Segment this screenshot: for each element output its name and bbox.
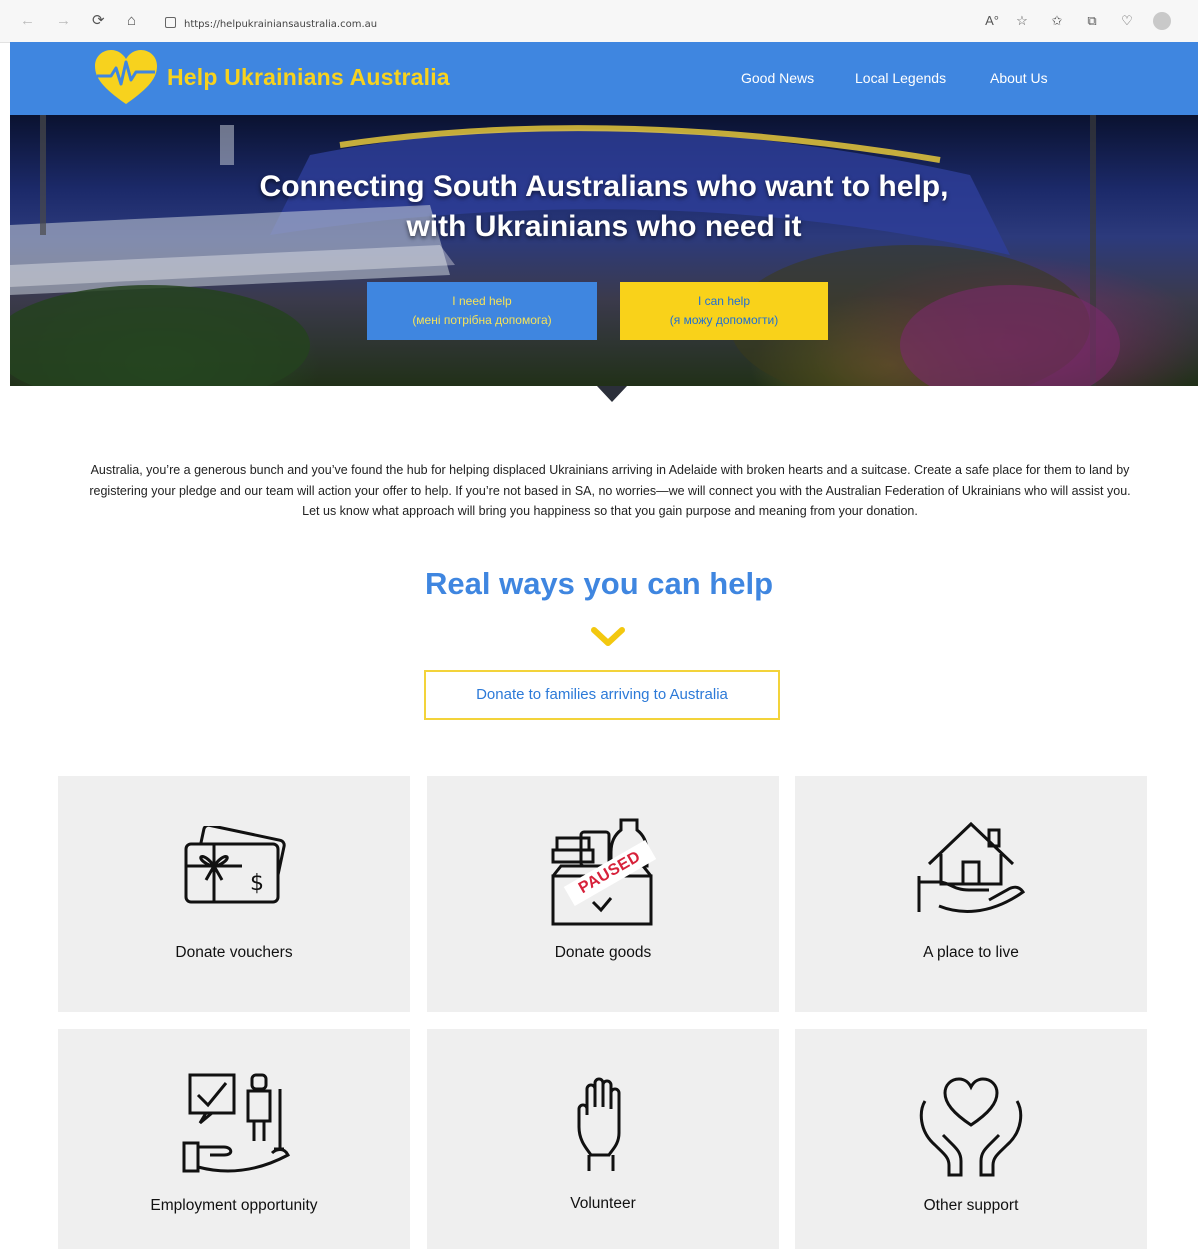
extensions-icon[interactable]: ♡ <box>1120 14 1134 28</box>
card-label-donate-goods: Donate goods <box>554 944 652 961</box>
card-donate-goods[interactable]: Donate goods <box>427 776 779 1012</box>
read-aloud-icon[interactable]: A° <box>985 14 999 28</box>
i-can-help-label: I can help <box>697 294 751 308</box>
collections-icon[interactable]: ⧉ <box>1085 14 1099 28</box>
section-title: Real ways you can help <box>424 566 774 601</box>
card-other-support[interactable]: Other support <box>795 1029 1147 1249</box>
favorite-star-icon[interactable]: ☆ <box>1015 14 1029 28</box>
card-label-employment-opportunity: Employment opportunity <box>150 1197 318 1214</box>
gift-voucher-icon: $ <box>184 826 286 904</box>
card-volunteer[interactable]: Volunteer <box>427 1029 779 1249</box>
donate-families-button[interactable]: Donate to families arriving to Australia <box>424 670 780 720</box>
heart-in-hands-icon <box>919 1077 1023 1177</box>
card-donate-vouchers[interactable]: $ Donate vouchers <box>58 776 410 1012</box>
forward-arrow-icon[interactable]: → <box>56 13 71 29</box>
card-label-other-support: Other support <box>923 1197 1019 1214</box>
card-label-donate-vouchers: Donate vouchers <box>175 944 293 961</box>
card-label-a-place-to-live: A place to live <box>923 944 1019 961</box>
address-bar[interactable]: https://helpukrainiansaustralia.com.au <box>165 17 377 30</box>
raised-hand-icon <box>577 1077 621 1171</box>
brand-name[interactable]: Help Ukrainians Australia <box>167 64 450 91</box>
nav-good-news[interactable]: Good News <box>741 70 814 86</box>
i-need-help-button[interactable]: I need help (мені потрібна допомога) <box>367 282 597 340</box>
heart-pulse-logo-icon[interactable] <box>93 48 159 108</box>
refresh-icon[interactable]: ⟳ <box>92 13 105 29</box>
browser-toolbar: ← → ⟳ ⌂ https://helpukrainiansaustralia.… <box>0 0 1198 43</box>
hero-down-arrow-icon <box>597 386 627 402</box>
card-label-volunteer: Volunteer <box>570 1195 636 1212</box>
profile-avatar[interactable] <box>1153 12 1171 30</box>
i-can-help-button[interactable]: I can help (я можу допомогти) <box>620 282 828 340</box>
nav-local-legends[interactable]: Local Legends <box>855 70 946 86</box>
hero-title-line-1: Connecting South Australians who want to… <box>259 170 949 203</box>
hero-banner: Connecting South Australians who want to… <box>10 115 1198 386</box>
lock-icon <box>165 17 176 28</box>
card-employment-opportunity[interactable]: Employment opportunity <box>58 1029 410 1249</box>
site-header: Help Ukrainians Australia Good News Loca… <box>10 42 1198 115</box>
home-icon[interactable]: ⌂ <box>127 13 136 29</box>
favorites-icon[interactable]: ✩ <box>1050 14 1064 28</box>
svg-text:$: $ <box>250 871 264 896</box>
hero-title-line-2: with Ukrainians who need it <box>406 210 802 243</box>
intro-paragraph: Australia, you’re a generous bunch and y… <box>89 463 1131 518</box>
nav-about-us[interactable]: About Us <box>990 70 1048 86</box>
back-arrow-icon[interactable]: ← <box>20 13 35 29</box>
card-a-place-to-live[interactable]: A place to live <box>795 776 1147 1012</box>
employment-icon <box>182 1073 290 1173</box>
hero-title: Connecting South Australians who want to… <box>10 167 1198 247</box>
stadium-photo <box>10 115 1120 386</box>
chevron-down-icon <box>591 627 625 646</box>
i-need-help-label: I need help <box>452 294 512 308</box>
house-in-hand-icon <box>917 821 1026 913</box>
i-need-help-ua-label: (мені потрібна допомога) <box>412 313 552 327</box>
url-text: https://helpukrainiansaustralia.com.au <box>184 19 378 30</box>
i-can-help-ua-label: (я можу допомогти) <box>669 313 779 327</box>
